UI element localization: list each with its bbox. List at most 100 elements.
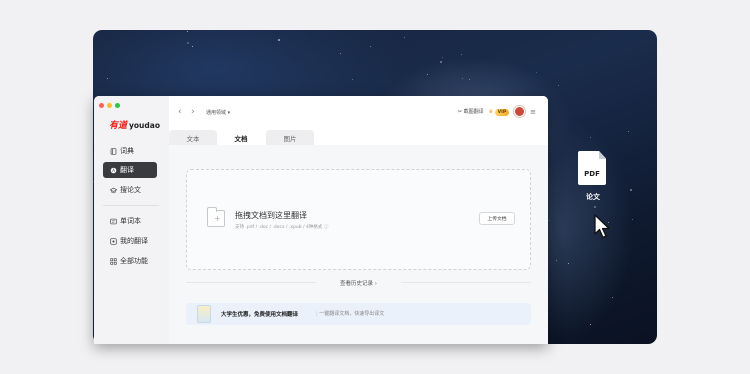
stage: 有道 youdao 词典 A 翻译 搜论文 单词本 我的翻译 全部功能 ‹ › … [0, 0, 750, 374]
forward-arrow-icon[interactable]: › [191, 107, 195, 117]
vip-badge[interactable]: ♛ VIP [488, 108, 510, 116]
folder-icon: + [207, 207, 225, 227]
star [106, 77, 108, 79]
book-icon [110, 147, 117, 155]
star [593, 206, 596, 209]
close-window-button[interactable] [99, 103, 104, 108]
tab-image[interactable]: 图片 [266, 130, 314, 145]
drop-zone-subtitle: 支持 .pdf / .doc / .docx / .xpub / 4种格式 ⓘ [235, 224, 328, 230]
maximize-window-button[interactable] [115, 103, 120, 108]
top-bar: ‹ › 通用领域 ▾ ✂ 截图翻译 ♛ VIP ≡ [169, 96, 548, 130]
divider-right [401, 282, 531, 283]
vip-label: VIP [494, 108, 510, 116]
star [590, 136, 592, 138]
sidebar-item-my-translations[interactable]: 我的翻译 [103, 233, 157, 249]
domain-select-label: 通用领域 [206, 110, 227, 116]
app-logo: 有道 youdao [109, 118, 160, 131]
star [555, 260, 557, 262]
star [589, 323, 591, 325]
tab-bar: 文本 文档 图片 [169, 130, 548, 145]
mouse-pointer-icon [594, 214, 610, 239]
sidebar-item-label: 词典 [120, 147, 134, 155]
crown-icon: ♛ [488, 108, 494, 115]
chevron-down-icon: ▾ [227, 110, 231, 116]
drop-zone-title: 拖拽文档到这里翻译 [235, 211, 307, 220]
star [187, 41, 190, 44]
promo-illustration-icon [197, 305, 211, 323]
star [630, 189, 633, 192]
drop-zone[interactable]: + 拖拽文档到这里翻译 支持 .pdf / .doc / .docx / .xp… [186, 169, 531, 270]
logo-en: youdao [129, 121, 160, 130]
star [339, 53, 341, 55]
sidebar-item-dictionary[interactable]: 词典 [103, 143, 157, 159]
star [186, 30, 188, 32]
sidebar: 有道 youdao 词典 A 翻译 搜论文 单词本 我的翻译 全部功能 [94, 96, 169, 344]
window-controls [99, 103, 120, 108]
domain-select[interactable]: 通用领域 ▾ [206, 109, 230, 116]
tab-label: 文档 [234, 134, 248, 143]
star [191, 45, 193, 47]
logo-cn: 有道 [109, 121, 128, 131]
sidebar-item-label: 搜论文 [120, 186, 141, 194]
chevron-right-icon: › [374, 281, 377, 287]
star [612, 296, 614, 298]
sidebar-item-label: 翻译 [120, 166, 134, 174]
sidebar-item-all-features[interactable]: 全部功能 [103, 253, 157, 269]
star [627, 130, 629, 132]
star [549, 220, 551, 222]
screenshot-translate-label: 截图翻译 [463, 109, 484, 115]
desktop-file-name[interactable]: 论文 [575, 192, 611, 202]
grid-icon [110, 257, 117, 265]
tab-label: 图片 [283, 134, 297, 143]
star [278, 38, 281, 41]
star [439, 60, 442, 63]
star [426, 74, 428, 76]
main-panel: ‹ › 通用领域 ▾ ✂ 截图翻译 ♛ VIP ≡ 文本 文档 图片 + 拖拽文… [169, 96, 548, 344]
top-right-tools: ✂ 截图翻译 ♛ VIP ≡ [458, 106, 536, 117]
sidebar-item-search-papers[interactable]: 搜论文 [103, 182, 157, 198]
help-icon[interactable]: ⓘ [324, 225, 329, 230]
student-promo-banner[interactable]: 大学生优惠，免费使用文档翻译 | 一键翻译文档，快速导出译文 [186, 303, 531, 325]
supported-formats: 支持 .pdf / .doc / .docx / .xpub / 4种格式 [235, 225, 323, 230]
promo-separator: | [316, 311, 318, 317]
my-translation-icon [110, 237, 117, 245]
view-history-label: 查看历史记录 [340, 281, 374, 287]
star [403, 37, 405, 39]
wordbook-icon [110, 218, 117, 224]
app-window: 有道 youdao 词典 A 翻译 搜论文 单词本 我的翻译 全部功能 ‹ › … [94, 96, 548, 344]
star [568, 262, 570, 264]
star [461, 77, 463, 79]
tab-text[interactable]: 文本 [169, 130, 217, 145]
graduation-cap-icon [110, 187, 117, 193]
promo-subtitle-text: 一键翻译文档，快速导出译文 [319, 311, 385, 317]
star [535, 72, 537, 74]
sidebar-item-translate[interactable]: A 翻译 [103, 162, 157, 178]
sidebar-item-wordbook[interactable]: 单词本 [103, 213, 157, 229]
sidebar-item-label: 全部功能 [120, 257, 148, 265]
menu-icon[interactable]: ≡ [530, 108, 536, 116]
star [469, 78, 471, 80]
tab-document[interactable]: 文档 [217, 130, 265, 145]
sidebar-item-label: 单词本 [120, 217, 141, 225]
star [557, 85, 559, 87]
star [442, 56, 444, 58]
sidebar-divider [103, 205, 159, 206]
star [461, 53, 463, 55]
avatar[interactable] [514, 106, 526, 117]
pdf-badge: PDF [584, 170, 600, 178]
tab-label: 文本 [186, 134, 200, 143]
star [352, 78, 354, 80]
back-arrow-icon[interactable]: ‹ [178, 107, 182, 117]
promo-subtitle: | 一键翻译文档，快速导出译文 [316, 310, 384, 317]
promo-title: 大学生优惠，免费使用文档翻译 [221, 312, 299, 318]
star [369, 46, 371, 48]
screenshot-translate-button[interactable]: ✂ 截图翻译 [458, 108, 484, 115]
sidebar-item-label: 我的翻译 [120, 237, 148, 245]
svg-text:A: A [112, 168, 115, 173]
document-translate-area: + 拖拽文档到这里翻译 支持 .pdf / .doc / .docx / .xp… [169, 145, 548, 344]
minimize-window-button[interactable] [107, 103, 112, 108]
scissors-icon: ✂ [457, 109, 462, 115]
star [631, 218, 633, 220]
upload-document-button[interactable]: 上传文档 [479, 212, 515, 225]
view-history-link[interactable]: 查看历史记录 › [169, 279, 548, 287]
